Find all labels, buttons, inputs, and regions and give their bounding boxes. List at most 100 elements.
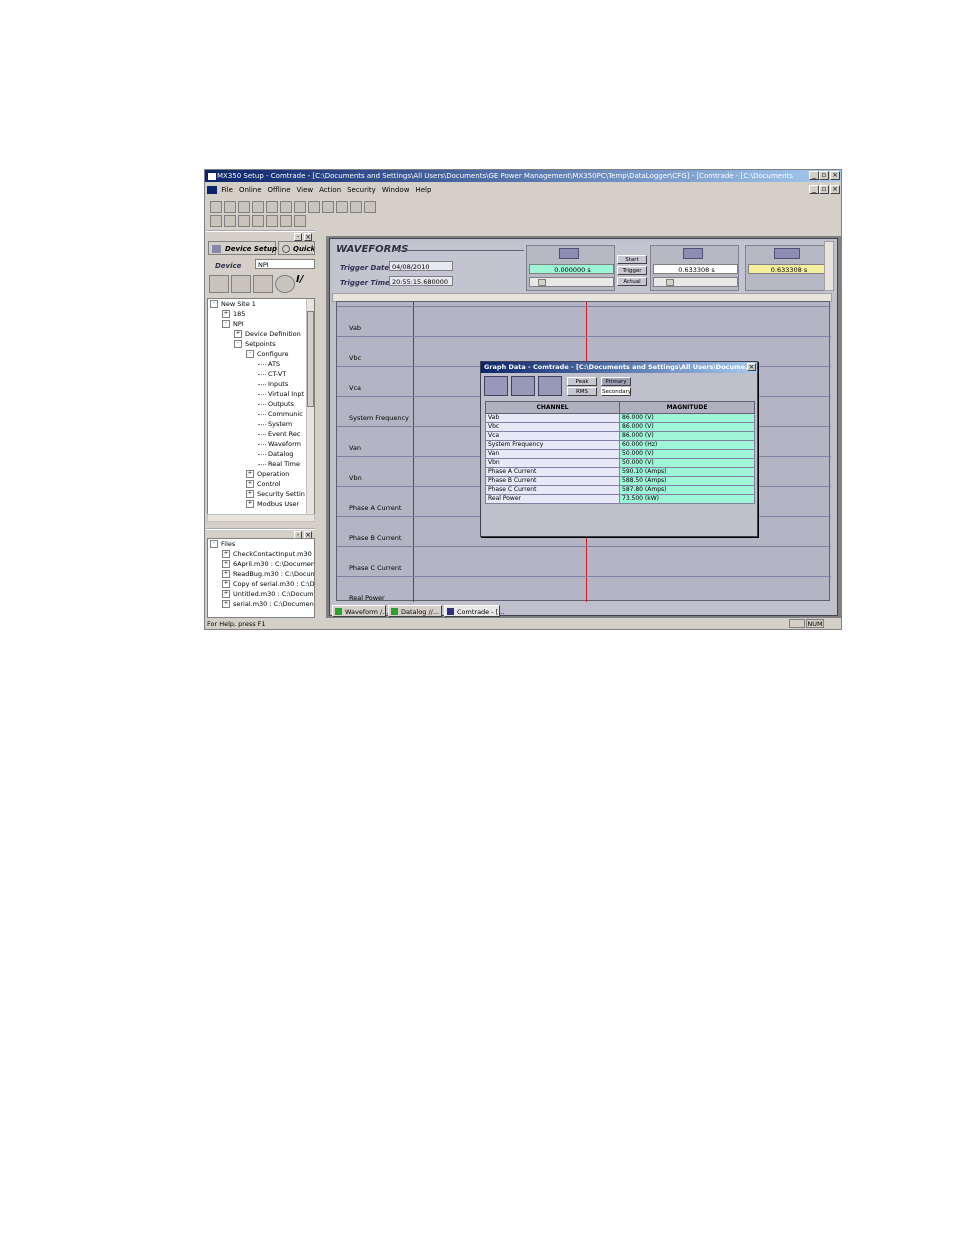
dialog-close-button[interactable]: × [747, 363, 756, 371]
device-icon[interactable] [224, 215, 236, 227]
cursor1-icon[interactable] [559, 248, 579, 259]
expand-icon[interactable]: + [222, 310, 230, 318]
expand-icon[interactable]: + [222, 590, 230, 598]
tools-icon[interactable] [350, 201, 362, 213]
tree-item[interactable]: Datalog [208, 449, 314, 459]
print-icon[interactable] [238, 201, 250, 213]
doc-minimize-button[interactable]: _ [809, 185, 819, 194]
cursor1-slider-thumb[interactable] [538, 279, 546, 286]
chart-icon[interactable] [252, 215, 264, 227]
tree-item[interactable]: - New Site 1 [208, 299, 314, 309]
tree-item[interactable]: System [208, 419, 314, 429]
save-icon[interactable] [224, 201, 236, 213]
properties-icon[interactable] [336, 201, 348, 213]
zoom-icon[interactable] [294, 215, 306, 227]
expand-icon[interactable]: + [246, 500, 254, 508]
tree-item[interactable]: Waveform [208, 439, 314, 449]
expand-icon[interactable]: + [222, 550, 230, 558]
panel-pin-button[interactable]: - [294, 233, 302, 241]
start-button[interactable]: Start [617, 255, 647, 264]
tree-item[interactable]: - Configure [208, 349, 314, 359]
menu-view[interactable]: View [297, 186, 314, 194]
rms-button[interactable]: RMS [567, 387, 597, 396]
cut-icon[interactable] [280, 201, 292, 213]
dialog-cursor1-icon[interactable] [484, 376, 508, 396]
cursor-blue-line[interactable] [413, 302, 414, 602]
menu-action[interactable]: Action [319, 186, 341, 194]
doc-close-button[interactable]: × [830, 185, 840, 194]
file-item[interactable]: + CheckContactInput.m30 : [208, 549, 314, 559]
menu-help[interactable]: Help [415, 186, 431, 194]
tree-item[interactable]: + Control [208, 479, 314, 489]
gauge-icon[interactable] [275, 275, 295, 293]
actual-button[interactable]: Actual [617, 277, 647, 286]
open-icon[interactable] [210, 201, 222, 213]
minimize-button[interactable]: _ [809, 171, 819, 180]
collapse-icon[interactable]: - [234, 340, 242, 348]
tree-item[interactable]: - Setpoints [208, 339, 314, 349]
cursor2-slider-thumb[interactable] [666, 279, 674, 286]
refresh-icon[interactable] [238, 215, 250, 227]
task-waveform[interactable]: Waveform /... [332, 605, 388, 617]
primary-button[interactable]: Primary [601, 377, 631, 386]
preview-icon[interactable] [322, 201, 334, 213]
tree-item[interactable]: Inputs [208, 379, 314, 389]
file-item[interactable]: + Copy of serial.m30 : C:\Do [208, 579, 314, 589]
disconnect-icon[interactable] [266, 201, 278, 213]
expand-icon[interactable]: + [246, 480, 254, 488]
window-icon[interactable] [266, 215, 278, 227]
cursor-delta-icon[interactable] [774, 248, 800, 259]
cursor2-slider[interactable] [653, 277, 738, 287]
files-root[interactable]: - Files [208, 539, 314, 549]
doc-menu-icon[interactable] [207, 186, 217, 194]
cursor2-icon[interactable] [683, 248, 703, 259]
tree-scrollbar[interactable] [306, 299, 314, 514]
connect-icon[interactable] [252, 201, 264, 213]
io-icon[interactable]: I/ [296, 274, 303, 285]
tree-hscrollbar[interactable] [207, 514, 315, 522]
panel-close-button[interactable]: × [304, 233, 312, 241]
menu-security[interactable]: Security [347, 186, 376, 194]
copy-icon[interactable] [294, 201, 306, 213]
file-item[interactable]: +6April.m30 : C:\Document [208, 559, 314, 569]
dialog-cursor2-icon[interactable] [511, 376, 535, 396]
tree-item[interactable]: CT-VT [208, 369, 314, 379]
close-button[interactable]: × [830, 171, 840, 180]
up-icon[interactable] [364, 201, 376, 213]
expand-icon[interactable]: + [234, 330, 242, 338]
tree-item[interactable]: Outputs [208, 399, 314, 409]
file-item[interactable]: + ReadBug.m30 : C:\Docum [208, 569, 314, 579]
edit-icon[interactable] [210, 215, 222, 227]
file-item[interactable]: + Untitled.m30 : C:\Docume [208, 589, 314, 599]
grid-icon[interactable] [280, 215, 292, 227]
meter-icon[interactable] [253, 275, 273, 293]
cursor1-slider[interactable] [529, 277, 614, 287]
device-list-icon[interactable] [209, 275, 229, 293]
expand-icon[interactable]: + [246, 490, 254, 498]
tree-item[interactable]: +185 [208, 309, 314, 319]
expand-icon[interactable]: + [222, 570, 230, 578]
tree-item[interactable]: + Operation [208, 469, 314, 479]
tree-item[interactable]: + Device Definition [208, 329, 314, 339]
dialog-delta-icon[interactable] [538, 376, 562, 396]
collapse-icon[interactable]: - [210, 300, 218, 308]
expand-icon[interactable]: + [222, 600, 230, 608]
tree-item[interactable]: - NPI [208, 319, 314, 329]
tree-scroll-thumb[interactable] [307, 311, 314, 407]
expand-icon[interactable]: + [222, 560, 230, 568]
menu-window[interactable]: Window [382, 186, 410, 194]
peak-button[interactable]: Peak [567, 377, 597, 386]
expand-icon[interactable]: + [222, 580, 230, 588]
tree-item[interactable]: Virtual Inpt [208, 389, 314, 399]
paste-icon[interactable] [308, 201, 320, 213]
menu-file[interactable]: File [221, 186, 233, 194]
expand-icon[interactable]: + [246, 470, 254, 478]
secondary-button[interactable]: Secondary [601, 387, 631, 396]
tree-item[interactable]: ATS [208, 359, 314, 369]
menu-online[interactable]: Online [239, 186, 262, 194]
task-datalog[interactable]: Datalog //... [388, 605, 442, 617]
trigger-button[interactable]: Trigger [617, 266, 647, 275]
header-vscrollbar[interactable] [824, 241, 834, 291]
collapse-icon[interactable]: - [210, 540, 218, 548]
waveform-icon[interactable] [231, 275, 251, 293]
